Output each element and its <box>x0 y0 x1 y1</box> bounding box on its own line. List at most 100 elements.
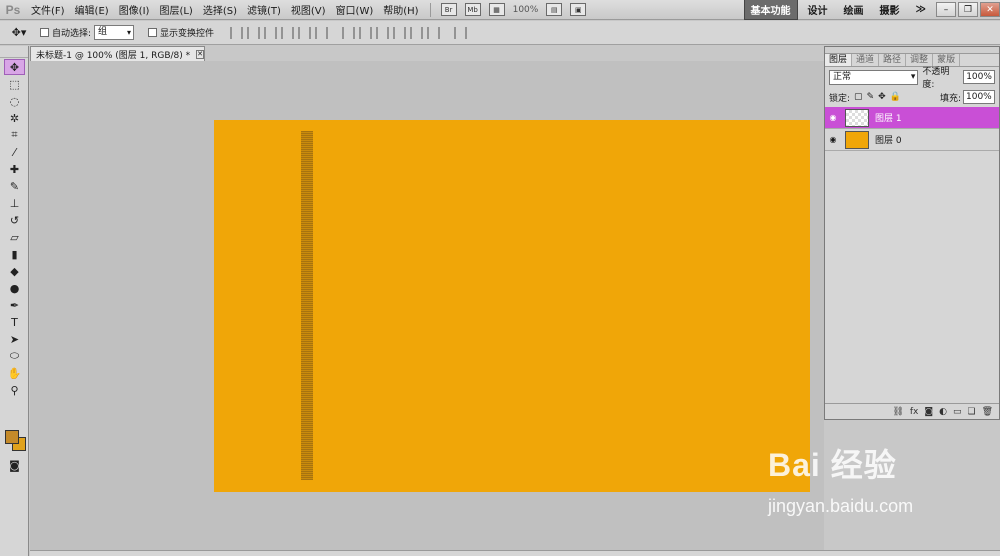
menu-filter[interactable]: 滤镜(T) <box>242 2 286 17</box>
lock-all-icon[interactable]: 🔒 <box>890 92 901 102</box>
marquee-tool-icon[interactable]: ⬚ <box>4 76 25 92</box>
blend-row: 正常 不透明度: 100% <box>825 67 999 90</box>
menu-window[interactable]: 窗口(W) <box>331 2 379 17</box>
menu-layer[interactable]: 图层(L) <box>154 2 197 17</box>
workspace-essentials[interactable]: 基本功能 <box>743 0 798 20</box>
close-icon[interactable]: ✕ <box>980 2 1000 17</box>
align-bottom-icon[interactable] <box>264 26 278 39</box>
menu-image[interactable]: 图像(I) <box>114 2 155 17</box>
options-bar: ✥▾ 自动选择: 组 显示变换控件 <box>0 21 1000 45</box>
menu-bar: Ps 文件(F) 编辑(E) 图像(I) 图层(L) 选择(S) 滤镜(T) 视… <box>0 0 1000 20</box>
tools-grip[interactable] <box>0 46 28 58</box>
path-selection-icon[interactable]: ➤ <box>4 331 25 347</box>
menu-select[interactable]: 选择(S) <box>198 2 242 17</box>
blend-mode-dropdown[interactable]: 正常 <box>829 69 919 85</box>
blur-tool-icon[interactable]: ◆ <box>4 263 25 279</box>
workspace-more-icon[interactable]: ≫ <box>910 2 932 17</box>
bridge-icon[interactable]: Br <box>440 3 457 16</box>
view-extras-icon[interactable]: ▦ <box>488 3 505 16</box>
distribute-bottom-icon[interactable] <box>376 26 390 39</box>
lock-transparency-icon[interactable]: ▢ <box>854 92 863 102</box>
foreground-color-swatch[interactable] <box>5 430 19 444</box>
auto-select-checkbox[interactable] <box>40 28 49 37</box>
visibility-eye-icon[interactable]: ◉ <box>825 135 841 144</box>
brush-tool-icon[interactable]: ✎ <box>4 178 25 194</box>
layer-name: 图层 0 <box>875 136 902 146</box>
workspace-photography[interactable]: 摄影 <box>874 0 906 19</box>
tab-channels[interactable]: 通道 <box>852 54 880 66</box>
menu-view[interactable]: 视图(V) <box>286 2 331 17</box>
dodge-tool-icon[interactable]: ● <box>4 280 25 296</box>
show-transform-label: 显示变换控件 <box>160 29 215 39</box>
align-right-icon[interactable] <box>315 26 329 39</box>
tab-layers[interactable]: 图层 <box>825 54 853 66</box>
menu-file[interactable]: 文件(F) <box>26 2 70 17</box>
auto-align-icon[interactable] <box>454 26 468 39</box>
eyedropper-icon[interactable]: ⁄ <box>4 144 25 160</box>
align-top-icon[interactable] <box>230 26 244 39</box>
tab-paths[interactable]: 路径 <box>879 54 907 66</box>
minimize-icon[interactable]: – <box>936 2 956 17</box>
magic-wand-icon[interactable]: ✲ <box>4 110 25 126</box>
fill-field[interactable]: 100% <box>963 90 995 104</box>
new-group-icon[interactable]: ▭ <box>953 407 962 417</box>
panel-grip[interactable] <box>825 47 999 54</box>
crop-tool-icon[interactable]: ⌗ <box>4 127 25 143</box>
distribute-top-icon[interactable] <box>342 26 356 39</box>
layer-thumbnail <box>845 108 869 127</box>
document-tab[interactable]: 未标题-1 @ 100% (图层 1, RGB/8) * ✕ <box>30 46 205 61</box>
hand-tool-icon[interactable]: ✋ <box>4 365 25 381</box>
layer-row[interactable]: ◉ 图层 0 <box>825 129 999 151</box>
show-transform-checkbox[interactable] <box>148 28 158 37</box>
menu-help[interactable]: 帮助(H) <box>378 2 423 17</box>
layer-name: 图层 1 <box>875 114 902 124</box>
lock-row: 锁定: ▢ ✎ ✥ 🔒 填充: 100% <box>825 87 999 107</box>
move-tool-icon[interactable]: ✥ <box>4 59 25 75</box>
new-layer-icon[interactable]: ❏ <box>967 407 975 417</box>
fill-label: 填充: <box>939 93 961 104</box>
mini-bridge-icon[interactable]: Mb <box>464 3 481 16</box>
delete-layer-icon[interactable]: 🗑 <box>982 407 993 417</box>
distribute-right-icon[interactable] <box>427 26 441 39</box>
gradient-tool-icon[interactable]: ▮ <box>4 246 25 262</box>
arrange-documents-icon[interactable]: ▤ <box>546 3 563 16</box>
distribute-hcenter-icon[interactable] <box>410 26 424 39</box>
auto-select-dropdown[interactable]: 组 <box>94 25 135 40</box>
opacity-field[interactable]: 100% <box>963 70 996 84</box>
adjustment-layer-icon[interactable]: ◐ <box>939 407 947 417</box>
menu-edit[interactable]: 编辑(E) <box>70 2 114 17</box>
lasso-tool-icon[interactable]: ◌ <box>4 93 25 109</box>
zoom-level[interactable]: 100% <box>513 5 539 15</box>
pen-tool-icon[interactable]: ✒ <box>4 297 25 313</box>
document-title: 未标题-1 @ 100% (图层 1, RGB/8) * <box>36 50 191 61</box>
visibility-eye-icon[interactable]: ◉ <box>825 113 841 122</box>
align-left-icon[interactable] <box>281 26 295 39</box>
clone-stamp-icon[interactable]: ⊥ <box>4 195 25 211</box>
lock-position-icon[interactable]: ✥ <box>878 92 886 102</box>
history-brush-icon[interactable]: ↺ <box>4 212 25 228</box>
healing-brush-icon[interactable]: ✚ <box>4 161 25 177</box>
restore-icon[interactable]: ❐ <box>958 2 978 17</box>
add-mask-icon[interactable]: ◙ <box>924 407 933 417</box>
link-layers-icon[interactable]: ⛓ <box>892 407 903 417</box>
layer-thumbnail <box>845 130 869 149</box>
workspace-painting[interactable]: 绘画 <box>838 0 870 19</box>
distribute-left-icon[interactable] <box>393 26 407 39</box>
shape-tool-icon[interactable]: ⬭ <box>4 348 25 364</box>
lock-pixels-icon[interactable]: ✎ <box>867 92 875 102</box>
quick-mask-icon[interactable]: ◙ <box>4 457 25 473</box>
screen-mode-icon[interactable]: ▣ <box>570 3 587 16</box>
document-close-icon[interactable]: ✕ <box>196 49 205 59</box>
opacity-label: 不透明度: <box>922 67 950 90</box>
watermark-url: jingyan.baidu.com <box>768 496 914 516</box>
align-hcenter-icon[interactable] <box>298 26 312 39</box>
zoom-tool-icon[interactable]: ⚲ <box>4 382 25 398</box>
workspace-design[interactable]: 设计 <box>802 0 834 19</box>
move-tool-preset-icon[interactable]: ✥▾ <box>4 24 34 42</box>
layer-row[interactable]: ◉ 图层 1 <box>825 107 999 129</box>
distribute-vcenter-icon[interactable] <box>359 26 373 39</box>
type-tool-icon[interactable]: T <box>4 314 25 330</box>
align-vcenter-icon[interactable] <box>247 26 261 39</box>
eraser-tool-icon[interactable]: ▱ <box>4 229 25 245</box>
layer-style-icon[interactable]: fx <box>910 407 919 417</box>
